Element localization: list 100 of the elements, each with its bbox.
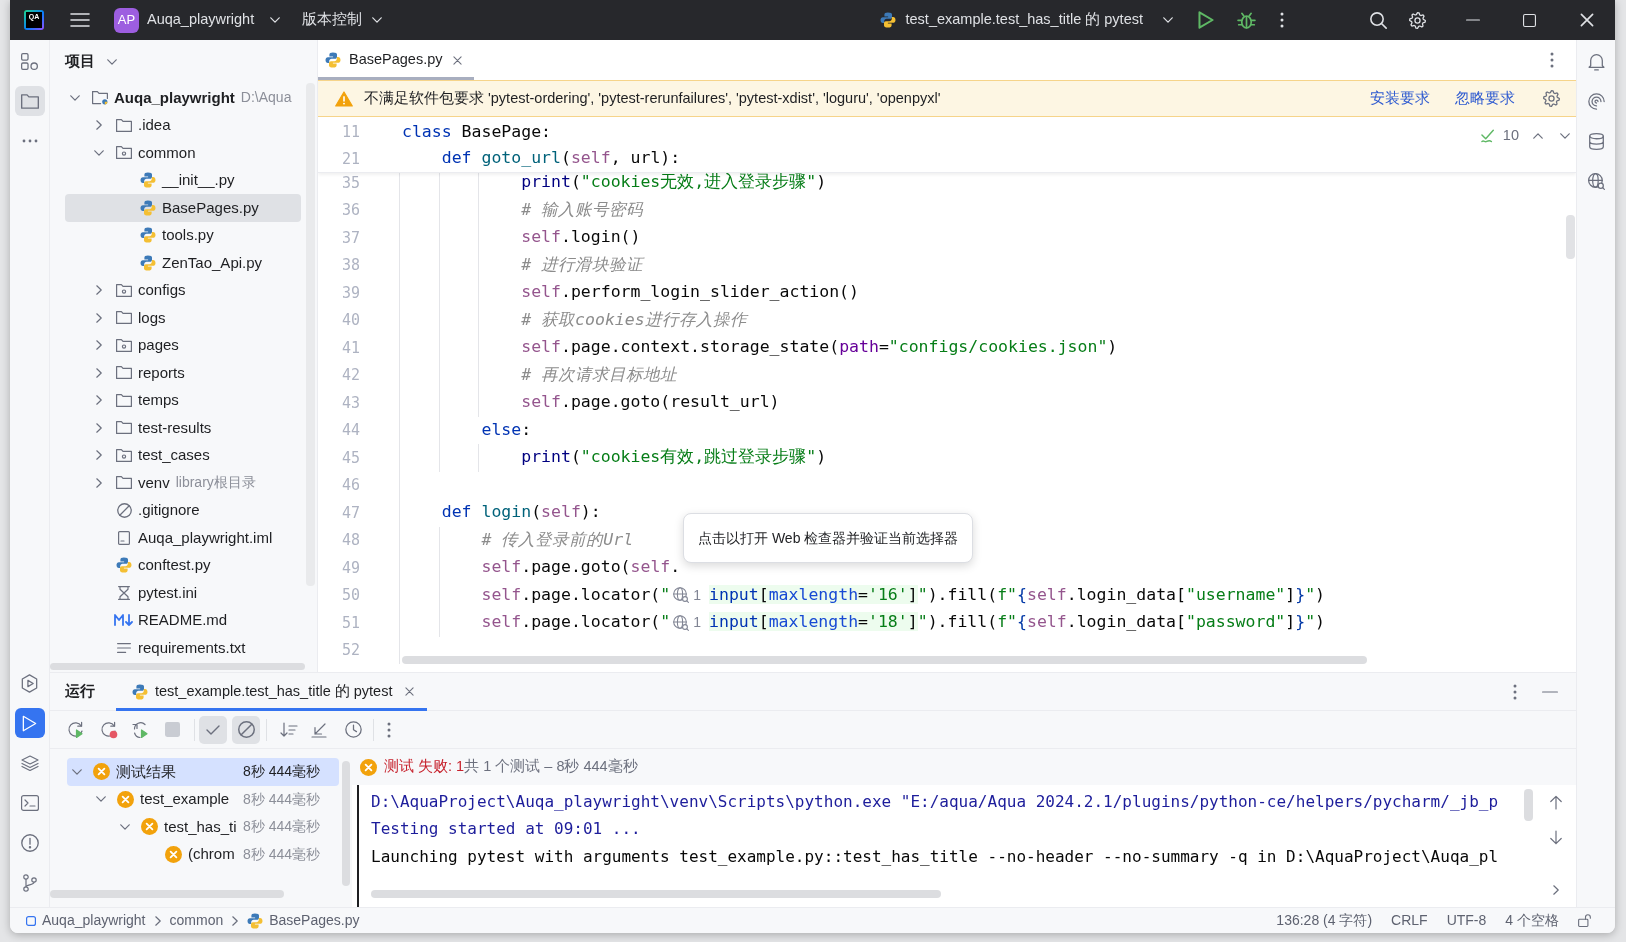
refresh-play-icon[interactable] — [67, 720, 85, 739]
arrow-down-icon[interactable] — [1550, 830, 1562, 845]
more-icon[interactable] — [1550, 52, 1554, 68]
menu-icon[interactable] — [70, 13, 90, 27]
tree-item[interactable]: README.md — [65, 606, 301, 634]
layers-icon[interactable] — [20, 755, 39, 771]
tree-item[interactable]: .idea — [65, 111, 301, 139]
horizontal-scrollbar[interactable] — [371, 890, 941, 898]
open-lock-icon[interactable] — [1578, 914, 1593, 927]
maximize-icon[interactable] — [1523, 13, 1536, 27]
chevron-right-icon[interactable] — [96, 477, 102, 488]
hexagon-play-icon[interactable] — [21, 673, 38, 693]
shapes-icon[interactable] — [21, 52, 38, 70]
tree-item[interactable]: ZenTao_Api.py — [65, 249, 301, 277]
more-horizontal-icon[interactable] — [21, 139, 38, 143]
tree-item[interactable]: .gitignore — [65, 496, 301, 524]
test-tree-item[interactable]: 测试结果 8秒 444毫秒 — [67, 758, 339, 786]
chevron-right-icon[interactable] — [96, 367, 102, 378]
package-folder-icon — [116, 283, 132, 297]
vcs-menu[interactable]: 版本控制 — [302, 9, 383, 31]
tree-item[interactable]: logs — [65, 304, 301, 332]
tree-item[interactable]: temps — [65, 386, 301, 414]
code-text: input[maxlength='16']").fill(f"{self.login_data["username"]}") — [709, 583, 1326, 606]
bug-icon[interactable] — [1237, 10, 1256, 30]
tree-item[interactable]: pages — [65, 331, 301, 359]
test-tree-item[interactable]: test_has_ti 8秒 444毫秒 — [67, 813, 339, 841]
project-view-selector[interactable]: 项目 — [65, 51, 117, 73]
run-icon[interactable] — [1198, 11, 1214, 29]
spiral-icon[interactable] — [1587, 92, 1605, 110]
folder-icon[interactable] — [14, 86, 45, 116]
code-text: # 输入账号密码 — [521, 198, 644, 221]
chevron-right-icon[interactable] — [96, 340, 102, 351]
chevron-right-icon[interactable] — [1553, 885, 1559, 895]
more-icon[interactable] — [1280, 12, 1284, 28]
test-tree-item[interactable]: test_example 8秒 444毫秒 — [67, 785, 339, 813]
tree-item[interactable]: configs — [65, 276, 301, 304]
clock-icon[interactable] — [345, 721, 362, 738]
breadcrumb[interactable]: BasePages.py — [247, 910, 360, 931]
tree-item[interactable]: Auqa_playwright D:\Aqua — [65, 84, 301, 112]
terminal-icon[interactable] — [20, 795, 39, 811]
inlay-hint: 1 — [693, 613, 702, 633]
circle-slash-icon[interactable] — [232, 715, 260, 744]
line-number: 48 — [341, 530, 360, 551]
horizontal-scrollbar[interactable] — [50, 663, 305, 670]
search-icon[interactable] — [1370, 11, 1387, 29]
tree-item[interactable]: pytest.ini — [65, 579, 301, 607]
bell-icon[interactable] — [1587, 51, 1605, 71]
breadcrumb[interactable]: Auqa_playwright — [26, 910, 146, 931]
project-menu[interactable]: Auqa_playwright — [147, 9, 281, 31]
run-tab[interactable]: test_example.test_has_title 的 pytest — [116, 672, 428, 711]
cycle-play-icon[interactable] — [132, 720, 150, 739]
tree-item[interactable]: requirements.txt — [65, 634, 301, 662]
status-item[interactable]: CRLF — [1391, 910, 1428, 931]
arrow-down-left-icon[interactable] — [311, 721, 327, 738]
status-item[interactable]: 4 个空格 — [1505, 910, 1559, 931]
tree-item[interactable]: Auqa_playwright.iml — [65, 524, 301, 552]
tree-item[interactable]: common — [65, 139, 301, 167]
tree-item[interactable]: tools.py — [65, 221, 301, 249]
branch-icon[interactable] — [22, 874, 37, 892]
test-tree-item[interactable]: (chrom 8秒 444毫秒 — [67, 840, 339, 868]
tree-item[interactable]: __init__.py — [65, 166, 301, 194]
vertical-scrollbar[interactable] — [342, 761, 350, 886]
tree-item[interactable]: test-results — [65, 414, 301, 442]
check-icon[interactable] — [199, 715, 227, 744]
run-icon[interactable] — [14, 708, 45, 738]
banner-link[interactable]: 忽略要求 — [1455, 87, 1515, 110]
arrow-up-icon[interactable] — [1550, 795, 1562, 810]
chevron-right-icon[interactable] — [96, 422, 102, 433]
chevron-right-icon[interactable] — [96, 450, 102, 461]
status-item[interactable]: UTF-8 — [1446, 910, 1487, 931]
vertical-scrollbar[interactable] — [1524, 789, 1533, 821]
vertical-scrollbar[interactable] — [1566, 215, 1575, 259]
path-hint: library根目录 — [175, 473, 256, 493]
banner-link[interactable]: 安装要求 — [1370, 87, 1430, 110]
sort-icon[interactable] — [280, 721, 298, 738]
database-icon[interactable] — [1588, 132, 1604, 150]
breadcrumb[interactable]: common — [169, 910, 224, 931]
warning-circle-icon[interactable] — [20, 834, 39, 852]
tree-item[interactable]: reports — [65, 359, 301, 387]
run-config-selector[interactable]: test_example.test_has_title 的 pytest — [879, 9, 1173, 31]
refresh-error-icon[interactable] — [100, 720, 118, 739]
line-number: 11 — [341, 122, 360, 143]
tree-item[interactable]: BasePages.py — [65, 194, 301, 222]
horizontal-scrollbar[interactable] — [50, 890, 284, 898]
chevron-right-icon[interactable] — [96, 120, 102, 131]
chevron-right-icon[interactable] — [96, 285, 102, 296]
chevron-right-icon[interactable] — [154, 915, 161, 926]
tree-item[interactable]: venv library根目录 — [65, 469, 301, 497]
chevron-up-icon[interactable] — [1533, 132, 1543, 139]
chevron-right-icon[interactable] — [232, 915, 239, 926]
tree-item[interactable]: conftest.py — [65, 551, 301, 579]
python-file-icon — [132, 683, 148, 700]
line-number: 47 — [341, 502, 360, 524]
chevron-right-icon[interactable] — [96, 312, 102, 323]
banner-message: 不满足软件包要求 'pytest-ordering', 'pytest-rerunfailures', 'pytest-xdist', 'loguru', 'openpyxl' — [364, 88, 941, 108]
status-item[interactable]: 136:28 (4 字符) — [1276, 910, 1373, 931]
chevron-right-icon[interactable] — [96, 395, 102, 406]
horizontal-scrollbar[interactable] — [402, 656, 1367, 664]
tree-item[interactable]: test_cases — [65, 441, 301, 469]
globe-search-icon[interactable] — [1587, 172, 1605, 190]
